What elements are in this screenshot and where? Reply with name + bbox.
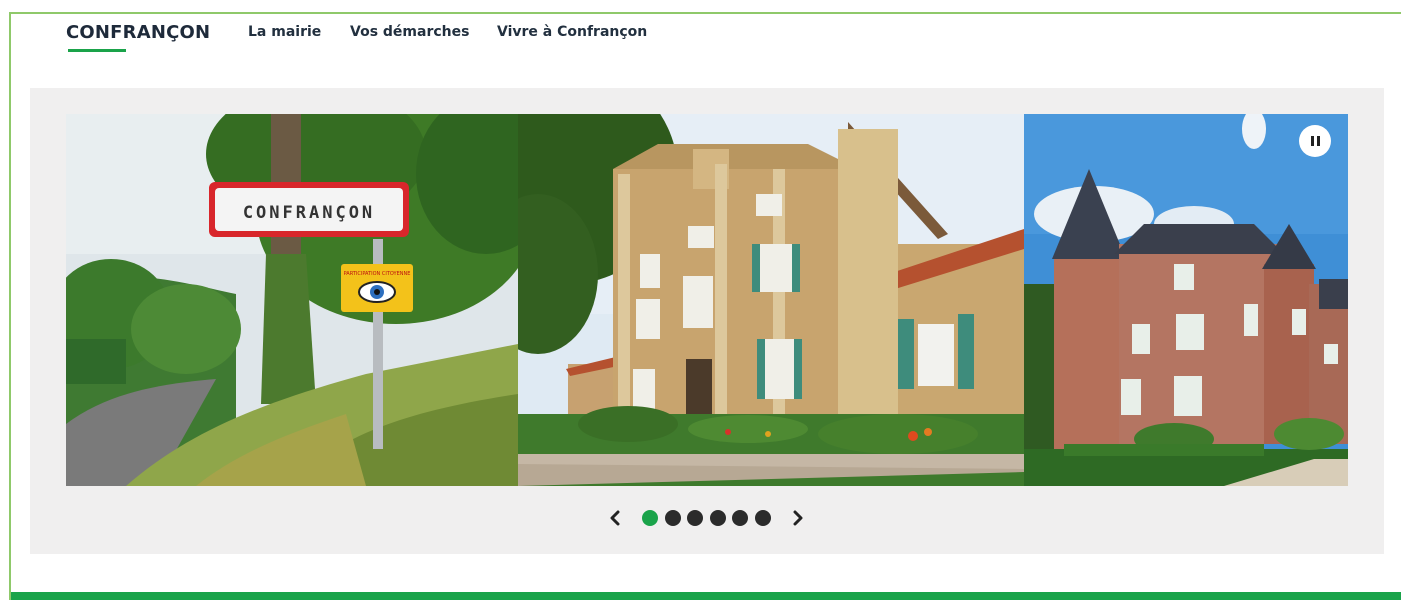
hero-carousel: CONFRANÇON PARTICIPATION CITOYENNE <box>30 88 1384 554</box>
carousel-slides: CONFRANÇON PARTICIPATION CITOYENNE <box>66 114 1348 486</box>
carousel-controls <box>30 506 1384 530</box>
slide-village-sign: CONFRANÇON PARTICIPATION CITOYENNE <box>66 114 518 486</box>
nav-item-vos-demarches[interactable]: Vos démarches <box>350 24 469 40</box>
site-brand[interactable]: CONFRANÇON <box>66 22 210 43</box>
carousel-dot-4[interactable] <box>710 510 726 526</box>
carousel-dot-5[interactable] <box>732 510 748 526</box>
sign-text: CONFRANÇON <box>243 203 375 223</box>
chevron-right-icon <box>793 510 803 526</box>
village-sign-image: CONFRANÇON PARTICIPATION CITOYENNE <box>66 114 518 486</box>
town-hall-image <box>518 114 1024 486</box>
chateau-image <box>1024 114 1348 486</box>
nav-item-la-mairie[interactable]: La mairie <box>248 24 321 40</box>
pause-icon <box>1310 136 1314 146</box>
nav-item-vivre-a-confrancon[interactable]: Vivre à Confrançon <box>497 24 647 40</box>
chevron-left-icon <box>610 510 620 526</box>
page-frame: CONFRANÇON La mairie Vos démarches Vivre… <box>9 12 1401 600</box>
slide-town-hall <box>518 114 1024 486</box>
prev-slide-button[interactable] <box>605 506 625 530</box>
header: CONFRANÇON La mairie Vos démarches Vivre… <box>11 14 1401 88</box>
pause-button[interactable] <box>1299 125 1331 157</box>
slide-chateau <box>1024 114 1348 486</box>
carousel-dot-6[interactable] <box>755 510 771 526</box>
carousel-dot-3[interactable] <box>687 510 703 526</box>
next-slide-button[interactable] <box>788 506 808 530</box>
brand-active-underline <box>68 49 126 52</box>
carousel-dot-1[interactable] <box>642 510 658 526</box>
carousel-dot-2[interactable] <box>665 510 681 526</box>
footer-accent-bar <box>11 592 1401 600</box>
small-sign-text: PARTICIPATION CITOYENNE <box>344 271 411 277</box>
